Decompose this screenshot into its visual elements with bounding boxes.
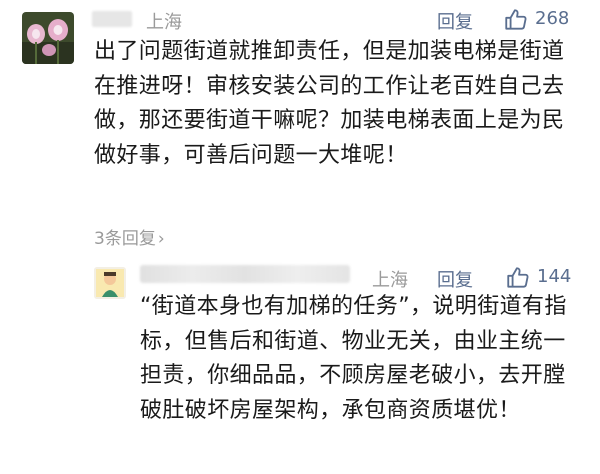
chevron-right-icon: › <box>157 229 165 249</box>
reply-location: 上海 <box>372 270 408 291</box>
comment-location: 上海 <box>146 12 182 33</box>
reply-reply-button[interactable]: 回复 <box>437 266 473 292</box>
thumbs-up-icon[interactable] <box>503 7 529 37</box>
avatar-cartoon-image <box>94 267 126 299</box>
username-blurred <box>92 11 132 27</box>
reply-text: “街道本身也有加梯的任务”，说明街道有指标，但售后和街道、物业无关，由业主统一担… <box>140 294 567 423</box>
avatar[interactable] <box>22 12 74 64</box>
view-replies-button[interactable]: 3条回复 › <box>94 224 165 249</box>
comment-reply-button[interactable]: 回复 <box>437 8 473 34</box>
comment-text: 出了问题街道就推卸责任，但是加装电梯是街道在推进呀！审核安装公司的工作让老百姓自… <box>94 39 565 168</box>
comment-like-count: 268 <box>535 8 570 29</box>
reply-like-count: 144 <box>537 266 572 287</box>
replies-count-label: 3条回复 <box>94 229 156 249</box>
avatar-flowers-image <box>22 12 74 64</box>
reply-avatar[interactable] <box>94 267 126 299</box>
reply-username-blurred <box>140 265 350 283</box>
